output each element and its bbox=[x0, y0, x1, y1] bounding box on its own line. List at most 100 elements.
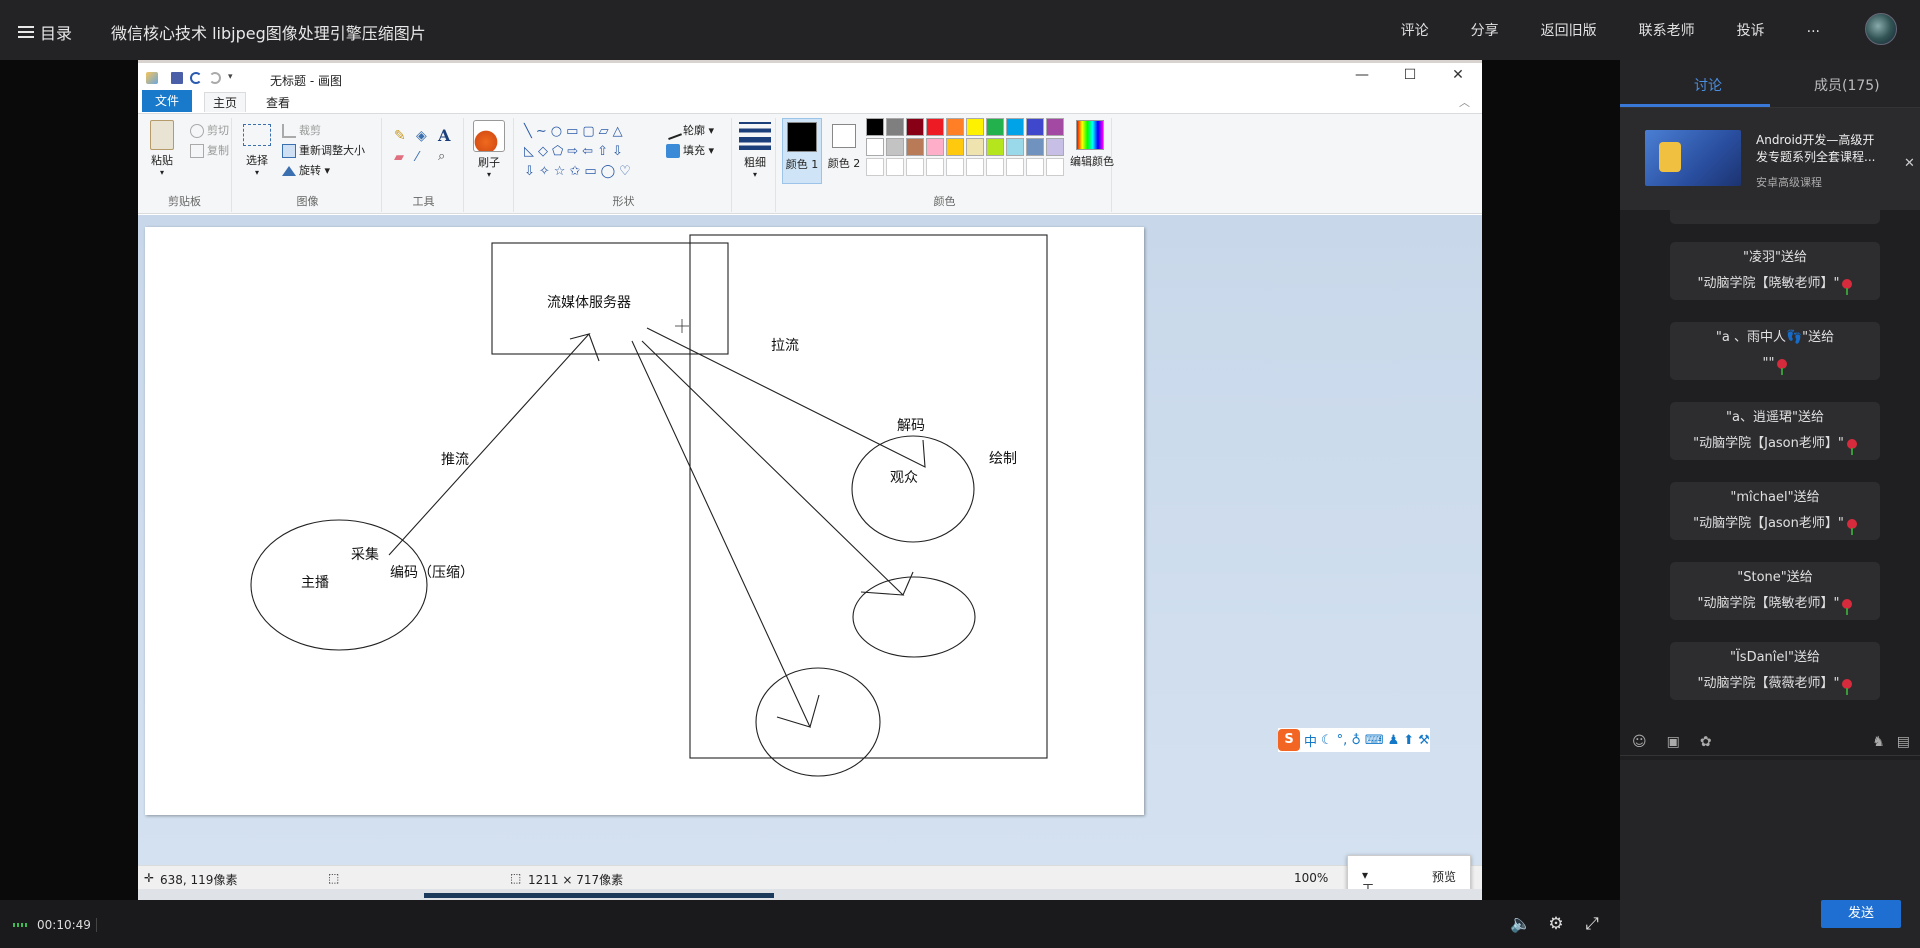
color-swatch[interactable] bbox=[1046, 138, 1064, 156]
color-swatch[interactable] bbox=[986, 138, 1004, 156]
ribbon-collapse-icon[interactable]: ︿ bbox=[1459, 94, 1470, 110]
color-swatch[interactable] bbox=[1026, 118, 1044, 136]
eraser-icon[interactable]: ▰ bbox=[394, 150, 404, 165]
empty-color-swatch[interactable] bbox=[1046, 158, 1064, 176]
fill-button[interactable]: 填充 ▾ bbox=[666, 142, 714, 158]
share-link[interactable]: 分享 bbox=[1471, 20, 1499, 40]
color-swatch[interactable] bbox=[946, 118, 964, 136]
empty-color-swatch[interactable] bbox=[866, 158, 884, 176]
color-swatch[interactable] bbox=[906, 118, 924, 136]
preview-button[interactable]: 预览 bbox=[1432, 868, 1456, 885]
more-menu[interactable]: ... bbox=[1807, 20, 1820, 40]
settings-gear-icon[interactable]: ⚙ bbox=[1546, 914, 1566, 934]
moon-icon[interactable]: ☾ bbox=[1321, 733, 1333, 748]
color-swatch[interactable] bbox=[886, 118, 904, 136]
old-version-link[interactable]: 返回旧版 bbox=[1541, 20, 1597, 40]
close-icon[interactable]: ✕ bbox=[1434, 67, 1482, 83]
color-swatch[interactable] bbox=[906, 138, 924, 156]
edit-colors-button[interactable]: 编辑颜色 bbox=[1070, 120, 1114, 169]
color1-button[interactable]: 颜色 1 bbox=[782, 118, 822, 184]
empty-color-swatch[interactable] bbox=[906, 158, 924, 176]
rotate-button[interactable]: 旋转 ▾ bbox=[282, 162, 330, 178]
wrench-icon[interactable]: ⚒ bbox=[1418, 733, 1430, 748]
color-swatch[interactable] bbox=[1006, 138, 1024, 156]
tab-view[interactable]: 查看 bbox=[266, 94, 290, 111]
pencil-icon[interactable]: ✎ bbox=[394, 128, 406, 144]
ime-mode-label[interactable]: 中 bbox=[1304, 731, 1317, 750]
tab-discussion[interactable]: 讨论 bbox=[1694, 75, 1722, 95]
punctuation-icon[interactable]: °, bbox=[1337, 733, 1348, 748]
text-tool-icon[interactable]: A bbox=[438, 126, 450, 145]
message-list[interactable]: "凌羽"送给 "动脑学院【晓敏老师】" "a 、雨中人👣"送给 "" "a、逍遥… bbox=[1620, 210, 1920, 788]
tools-popup-button[interactable]: 工具 ▾ bbox=[1362, 868, 1374, 900]
color-swatch[interactable] bbox=[1006, 118, 1024, 136]
fullscreen-icon[interactable]: ⤢ bbox=[1582, 914, 1602, 934]
empty-color-swatch[interactable] bbox=[886, 158, 904, 176]
color-swatch[interactable] bbox=[926, 138, 944, 156]
keyboard-icon[interactable]: ⌨ bbox=[1365, 733, 1384, 748]
color-swatch[interactable] bbox=[866, 118, 884, 136]
color2-button[interactable]: 颜色 2 bbox=[824, 118, 864, 184]
catalog-menu-button[interactable]: 目录 bbox=[18, 20, 72, 44]
tab-home[interactable]: 主页 bbox=[204, 92, 247, 112]
emoji-icon[interactable]: ☺ bbox=[1632, 734, 1647, 750]
undo-icon[interactable] bbox=[190, 72, 202, 84]
video-area[interactable]: ▾ 无标题 - 画图 — ☐ ✕ 文件 主页 查看 ︿ 粘贴 ▾ 剪切 复制 剪… bbox=[0, 60, 1620, 900]
empty-color-swatch[interactable] bbox=[1006, 158, 1024, 176]
color-swatch[interactable] bbox=[946, 138, 964, 156]
ime-toolbar[interactable]: S 中 ☾ °, ♁ ⌨ ♟ ⬆ ⚒ bbox=[1278, 728, 1430, 752]
gift-receiver: "" bbox=[1762, 356, 1775, 371]
user-settings-icon[interactable]: ♞ bbox=[1872, 734, 1885, 750]
brush-button[interactable]: 刷子 ▾ bbox=[472, 120, 506, 179]
crop-button[interactable]: 裁剪 bbox=[282, 122, 321, 138]
select-button[interactable]: 选择 ▾ bbox=[242, 124, 272, 177]
minimize-icon[interactable]: — bbox=[1338, 67, 1386, 83]
save-icon[interactable] bbox=[171, 72, 183, 84]
redo-icon[interactable] bbox=[209, 72, 221, 84]
resize-button[interactable]: 重新调整大小 bbox=[282, 142, 365, 158]
avatar[interactable] bbox=[1865, 13, 1897, 45]
color-swatch[interactable] bbox=[866, 138, 884, 156]
paste-button[interactable]: 粘贴 ▾ bbox=[148, 120, 176, 177]
magnifier-icon[interactable]: ⌕ bbox=[438, 149, 445, 164]
size-button[interactable]: 粗细 ▾ bbox=[738, 122, 772, 179]
send-button[interactable]: 发送 bbox=[1821, 900, 1901, 928]
color-swatch[interactable] bbox=[1026, 138, 1044, 156]
empty-color-swatch[interactable] bbox=[1026, 158, 1044, 176]
color-swatch[interactable] bbox=[926, 118, 944, 136]
pull-arrow-3-head bbox=[809, 694, 820, 728]
drawing-canvas[interactable]: 流媒体服务器 拉流 解码 绘制 推流 观众 采集 编码（压缩） 主播 bbox=[145, 227, 1144, 815]
contact-teacher-link[interactable]: 联系老师 bbox=[1639, 20, 1695, 40]
cut-button[interactable]: 剪切 bbox=[190, 122, 229, 138]
empty-color-swatch[interactable] bbox=[966, 158, 984, 176]
color-swatch[interactable] bbox=[966, 118, 984, 136]
outline-button[interactable]: 轮廓 ▾ bbox=[664, 122, 714, 140]
color-swatch[interactable] bbox=[1046, 118, 1064, 136]
maximize-icon[interactable]: ☐ bbox=[1386, 67, 1434, 83]
empty-color-swatch[interactable] bbox=[946, 158, 964, 176]
microphone-icon[interactable]: ♁ bbox=[1351, 733, 1361, 748]
shape-gallery[interactable]: ╲∼○▭▢▱△ ◺◇⬠⇨⇦⇧⇩ ⇩✧☆✩▭◯♡ bbox=[524, 122, 666, 184]
empty-color-swatch[interactable] bbox=[926, 158, 944, 176]
flower-gift-icon[interactable]: ✿ bbox=[1700, 734, 1712, 750]
tab-file[interactable]: 文件 bbox=[142, 90, 192, 112]
image-icon[interactable]: ▣ bbox=[1667, 734, 1680, 750]
comment-link[interactable]: 评论 bbox=[1401, 20, 1429, 40]
empty-color-swatch[interactable] bbox=[986, 158, 1004, 176]
skin-icon[interactable]: ⬆ bbox=[1403, 733, 1414, 748]
course-ad-card[interactable]: Android开发—高级开发专题系列全套课程... 安卓高级课程 ✕ bbox=[1620, 108, 1920, 210]
color-picker-icon[interactable]: ⁄ bbox=[416, 150, 418, 165]
close-icon[interactable]: ✕ bbox=[1904, 156, 1915, 171]
tab-members[interactable]: 成员(175) bbox=[1814, 75, 1880, 95]
color-swatch[interactable] bbox=[986, 118, 1004, 136]
complain-link[interactable]: 投诉 bbox=[1737, 20, 1765, 40]
user-icon[interactable]: ♟ bbox=[1388, 733, 1400, 748]
color-swatch[interactable] bbox=[886, 138, 904, 156]
member-list-icon[interactable]: ▤ bbox=[1897, 734, 1910, 750]
volume-icon[interactable]: 🔈 bbox=[1510, 914, 1531, 934]
color-swatch[interactable] bbox=[966, 138, 984, 156]
fill-bucket-icon[interactable]: ◈ bbox=[416, 128, 427, 144]
sogou-logo-icon[interactable]: S bbox=[1278, 729, 1300, 751]
customize-qa-icon[interactable]: ▾ bbox=[228, 72, 240, 84]
copy-button[interactable]: 复制 bbox=[190, 142, 229, 158]
